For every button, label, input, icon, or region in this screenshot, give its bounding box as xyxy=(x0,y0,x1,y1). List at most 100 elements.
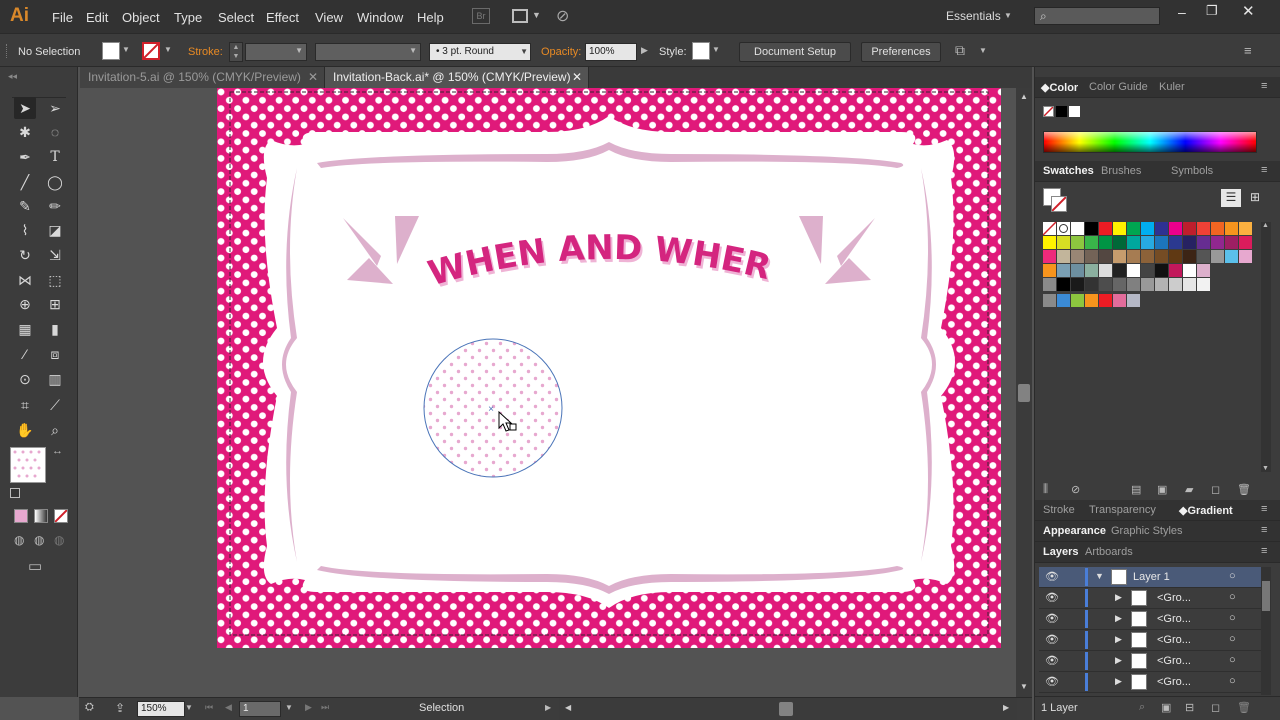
visibility-eye-icon[interactable]: 👁 xyxy=(1045,591,1059,604)
draw-inside-icon[interactable]: ◍ xyxy=(54,533,64,547)
tab-swatches[interactable]: Swatches xyxy=(1043,165,1094,177)
chevron-down-icon[interactable]: ▼ xyxy=(979,46,987,55)
menu-file[interactable]: File xyxy=(52,10,73,25)
current-tool-status[interactable]: Selection xyxy=(419,702,464,714)
expand-arrow-icon[interactable]: ▶ xyxy=(1115,655,1122,666)
minimize-icon[interactable]: – xyxy=(1178,4,1186,20)
layer-row-group[interactable]: 👁 ▶ <Gro... ○ xyxy=(1039,588,1271,609)
swatch-grid-svg[interactable] xyxy=(1042,221,1253,310)
new-color-group-icon[interactable]: ▰ xyxy=(1185,483,1193,496)
close-tab-icon[interactable]: ✕ xyxy=(572,67,582,88)
tab-appearance[interactable]: Appearance xyxy=(1043,525,1106,537)
panel-menu-icon[interactable]: ≡ xyxy=(1261,545,1267,557)
tab-artboards[interactable]: Artboards xyxy=(1085,546,1133,558)
tab-stroke[interactable]: Stroke xyxy=(1043,504,1075,516)
menu-object[interactable]: Object xyxy=(122,10,160,25)
zoom-field[interactable]: 150% xyxy=(137,701,185,717)
scroll-down-icon[interactable]: ▼ xyxy=(1262,465,1269,472)
workspace-chevron-icon[interactable]: ▼ xyxy=(1004,11,1012,20)
slice-tool-icon[interactable]: ⟋ xyxy=(44,394,66,416)
vertical-scroll-thumb[interactable] xyxy=(1018,384,1030,402)
scroll-right-icon[interactable]: ▶ xyxy=(1003,703,1009,712)
search-input[interactable]: ⌕ xyxy=(1034,7,1160,25)
swatch-libraries-icon[interactable]: ⫼ xyxy=(1043,483,1048,496)
gpu-performance-icon[interactable]: ⊘ xyxy=(556,6,569,26)
tab-color-guide[interactable]: Color Guide xyxy=(1089,81,1148,93)
shape-builder-tool-icon[interactable]: ⊕ xyxy=(14,293,36,315)
panel-menu-icon[interactable]: ≡ xyxy=(1261,524,1267,536)
menu-window[interactable]: Window xyxy=(357,10,403,25)
width-tool-icon[interactable]: ⋈ xyxy=(14,269,36,291)
pencil-tool-icon[interactable]: ✏ xyxy=(44,195,66,217)
style-dropdown-icon[interactable]: ▼ xyxy=(712,45,720,54)
workspace-switcher[interactable]: Essentials xyxy=(946,9,1001,23)
tab-invitation-back[interactable]: Invitation-Back.ai* @ 150% (CMYK/Preview… xyxy=(325,67,589,88)
brush-definition-select[interactable]: • 3 pt. Round ▼ xyxy=(429,43,531,61)
artboard[interactable]: WHEN AND WHERE WHEN AND WHERE × xyxy=(217,88,1001,648)
menu-edit[interactable]: Edit xyxy=(86,10,108,25)
bridge-icon[interactable]: Br xyxy=(472,8,490,24)
layer-row-layer1[interactable]: 👁 ▼ Layer 1 ○ xyxy=(1039,567,1271,588)
tab-brushes[interactable]: Brushes xyxy=(1101,165,1141,177)
tab-color[interactable]: ◆Color xyxy=(1041,81,1078,94)
target-circle-icon[interactable]: ○ xyxy=(1229,591,1236,603)
screen-mode-icon[interactable]: ▭ xyxy=(28,557,42,575)
artboard-dropdown-icon[interactable]: ▼ xyxy=(285,703,293,712)
layer-row-group[interactable]: 👁 ▶ <Gro... ○ xyxy=(1039,651,1271,672)
zoom-dropdown-icon[interactable]: ▼ xyxy=(185,703,193,712)
pen-tool-icon[interactable]: ✒ xyxy=(14,146,36,168)
layer-row-group[interactable]: 👁 ▶ <Gro... ○ xyxy=(1039,630,1271,651)
new-sublayer-icon[interactable]: ⊟ xyxy=(1185,701,1194,714)
artboard-tool-icon[interactable]: ⌗ xyxy=(14,394,36,416)
eyedropper-tool-icon[interactable]: ⁄ xyxy=(14,343,36,365)
blend-tool-icon[interactable]: ⧈ xyxy=(44,343,66,365)
layers-scrollbar[interactable] xyxy=(1261,567,1271,695)
tab-layers[interactable]: Layers xyxy=(1043,546,1078,558)
none-color-icon[interactable] xyxy=(1043,106,1054,117)
fill-color-box[interactable] xyxy=(10,447,46,483)
expand-arrow-icon[interactable]: ▶ xyxy=(1115,592,1122,603)
gradient-tool-icon[interactable]: ▮ xyxy=(44,318,66,340)
clipping-mask-icon[interactable]: ▣ xyxy=(1161,701,1171,714)
visibility-eye-icon[interactable]: 👁 xyxy=(1045,675,1059,688)
status-arrow-icon[interactable]: ▶ xyxy=(545,703,551,712)
document-setup-button[interactable]: Document Setup xyxy=(739,42,851,62)
fill-swatch[interactable] xyxy=(102,42,120,60)
opacity-label[interactable]: Opacity: xyxy=(541,46,581,58)
horizontal-scroll-thumb[interactable] xyxy=(779,702,793,716)
tab-gradient[interactable]: ◆Gradient xyxy=(1179,504,1233,517)
preferences-button[interactable]: Preferences xyxy=(861,42,941,62)
layer-name[interactable]: <Gro... xyxy=(1157,634,1191,646)
type-tool-icon[interactable]: T xyxy=(44,146,66,168)
scale-tool-icon[interactable]: ⇲ xyxy=(44,244,66,266)
free-transform-tool-icon[interactable]: ⬚ xyxy=(44,269,66,291)
swatches-scrollbar[interactable]: ▲ ▼ xyxy=(1261,222,1271,472)
maximize-icon[interactable]: ❐ xyxy=(1206,3,1218,19)
line-tool-icon[interactable]: ╱ xyxy=(14,171,36,193)
paintbrush-tool-icon[interactable]: ✎ xyxy=(14,195,36,217)
lasso-tool-icon[interactable]: ◌ xyxy=(44,121,66,143)
stroke-weight-field[interactable]: ▼ xyxy=(245,43,307,61)
hand-tool-icon[interactable]: ✋ xyxy=(14,419,36,441)
share-icon[interactable]: ⇪ xyxy=(115,701,125,715)
graph-tool-icon[interactable]: ▥ xyxy=(44,368,66,390)
panel-menu-icon[interactable]: ≡ xyxy=(1261,503,1267,515)
rotate-tool-icon[interactable]: ↻ xyxy=(14,244,36,266)
default-colors-icon[interactable] xyxy=(10,488,20,498)
target-circle-icon[interactable]: ○ xyxy=(1229,633,1236,645)
target-circle-icon[interactable]: ○ xyxy=(1229,570,1236,582)
menu-effect[interactable]: Effect xyxy=(266,10,299,25)
stroke-weight-stepper[interactable]: ▲ ▼ xyxy=(229,42,243,62)
swap-fill-stroke-icon[interactable]: ↔ xyxy=(52,445,63,457)
swatch-kind-icon[interactable]: ⊘ xyxy=(1071,483,1080,496)
scroll-left-icon[interactable]: ◀ xyxy=(565,703,571,712)
first-artboard-icon[interactable]: ⏮ xyxy=(205,702,213,713)
visibility-eye-icon[interactable]: 👁 xyxy=(1045,570,1059,583)
graphic-style-swatch[interactable] xyxy=(692,42,710,60)
opacity-arrow-icon[interactable]: ▶ xyxy=(641,45,648,56)
new-swatch-icon[interactable]: ◻ xyxy=(1211,483,1220,496)
vertical-scrollbar[interactable]: ▲ ▼ xyxy=(1016,88,1032,697)
expand-arrow-icon[interactable]: ▶ xyxy=(1115,634,1122,645)
scroll-up-icon[interactable]: ▲ xyxy=(1020,92,1028,101)
mesh-tool-icon[interactable]: ▦ xyxy=(14,318,36,340)
